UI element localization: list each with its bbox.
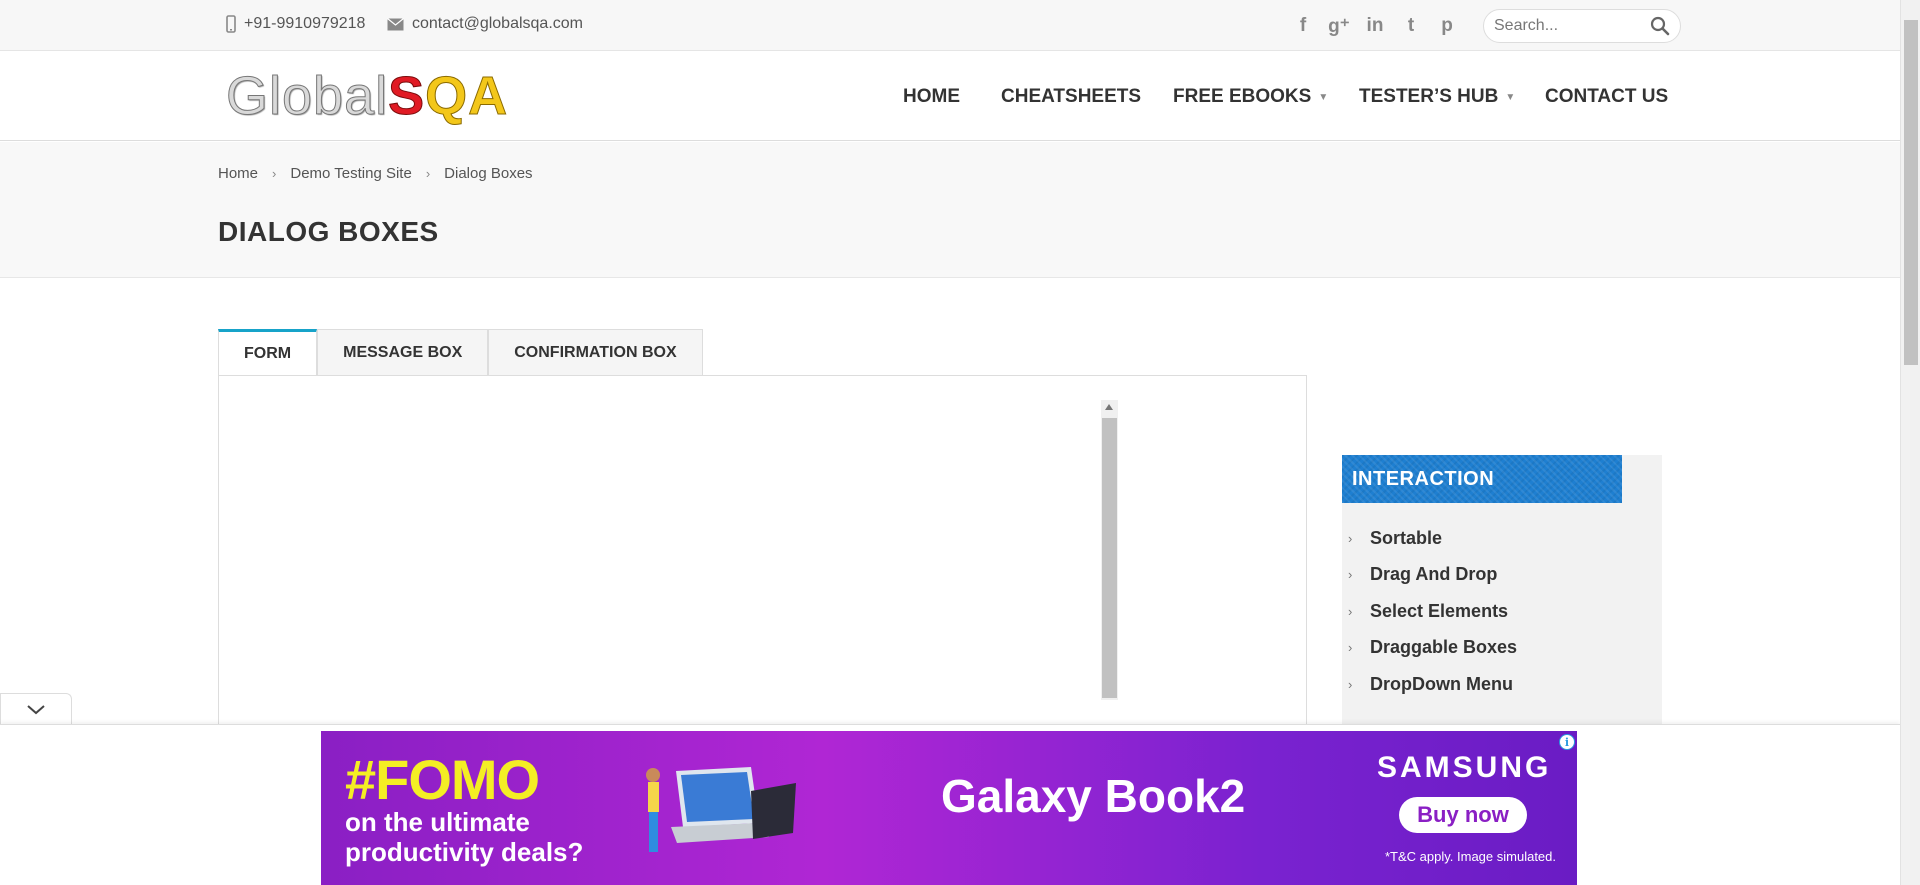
phone-icon <box>226 15 236 33</box>
google-plus-icon[interactable]: g⁺ <box>1326 13 1352 39</box>
nav-label: TESTER’S HUB <box>1359 86 1499 107</box>
chevron-right-icon: › <box>1348 676 1353 692</box>
logo-part-s: S <box>388 66 426 126</box>
breadcrumb-current: Dialog Boxes <box>444 165 533 182</box>
ad-disclaimer: *T&C apply. Image simulated. <box>1385 849 1556 864</box>
page-scroll-thumb[interactable] <box>1904 20 1918 365</box>
breadcrumb-home[interactable]: Home <box>218 165 258 182</box>
tab-confirmation-box[interactable]: CONFIRMATION BOX <box>488 329 703 375</box>
demo-frame[interactable] <box>219 400 1119 720</box>
sidebar-item-label: Draggable Boxes <box>1370 637 1518 658</box>
sidebar-item-drag-and-drop[interactable]: › Drag And Drop <box>1348 557 1517 594</box>
ad-tagline-line-1: on the ultimate <box>345 807 530 837</box>
nav-label: CHEATSHEETS <box>1001 86 1142 107</box>
site-header: GlobalSQA HOME CHEATSHEETS FREE EBOOKS ▼ … <box>0 51 1900 141</box>
nav-home[interactable]: HOME <box>903 86 960 108</box>
tab-panel <box>218 375 1307 725</box>
scroll-thumb[interactable] <box>1102 418 1117 698</box>
sidebar-interaction: INTERACTION › Sortable › Drag And Drop › Se… <box>1342 455 1662 725</box>
nav-testers-hub[interactable]: TESTER’S HUB ▼ <box>1359 86 1515 108</box>
chevron-right-icon: › <box>1348 640 1353 656</box>
chevron-right-icon: › <box>1348 567 1353 583</box>
ad-info-icon[interactable]: i <box>1559 734 1575 750</box>
ad-headline: #FOMO <box>345 748 540 811</box>
nav-label: FREE EBOOKS <box>1173 86 1312 107</box>
logo-part-global: Global <box>225 66 389 126</box>
ad-banner[interactable]: #FOMO on the ultimate productivity deals… <box>321 731 1577 885</box>
tab-bar: FORM MESSAGE BOX CONFIRMATION BOX <box>218 329 703 376</box>
nav-contact-us[interactable]: CONTACT US <box>1545 86 1668 108</box>
phone-number: +91-9910979218 <box>244 15 366 32</box>
ad-tagline: on the ultimate productivity deals? <box>345 807 583 867</box>
frame-scrollbar[interactable] <box>1101 400 1118 700</box>
search-input[interactable] <box>1494 17 1644 35</box>
laptop-image <box>646 767 796 852</box>
sidebar-item-dropdown-menu[interactable]: › DropDown Menu <box>1348 666 1517 703</box>
envelope-icon <box>387 17 404 30</box>
breadcrumb-demo-testing-site[interactable]: Demo Testing Site <box>290 165 411 182</box>
nav-label: CONTACT US <box>1545 86 1669 107</box>
chevron-right-icon: › <box>272 166 277 181</box>
search-box <box>1483 9 1681 43</box>
pinterest-icon[interactable]: p <box>1434 13 1460 39</box>
nav-free-ebooks[interactable]: FREE EBOOKS ▼ <box>1173 86 1328 108</box>
ad-buy-now-button[interactable]: Buy now <box>1399 797 1527 833</box>
sidebar-heading: INTERACTION <box>1342 455 1622 503</box>
twitter-icon[interactable]: t <box>1398 13 1424 39</box>
chevron-right-icon: › <box>1348 530 1353 546</box>
nav-cheatsheets[interactable]: CHEATSHEETS <box>1001 86 1141 108</box>
facebook-icon[interactable]: f <box>1290 13 1316 39</box>
linkedin-icon[interactable]: in <box>1362 13 1388 39</box>
sidebar-item-sortable[interactable]: › Sortable <box>1348 520 1517 557</box>
sidebar-item-draggable-boxes[interactable]: › Draggable Boxes <box>1348 630 1517 667</box>
chevron-down-icon <box>27 704 45 714</box>
tab-message-box[interactable]: MESSAGE BOX <box>317 329 489 375</box>
logo-part-qa: QA <box>425 66 509 126</box>
chevron-right-icon: › <box>425 166 431 181</box>
phone-contact: +91-9910979218 <box>226 15 365 33</box>
sidebar-item-label: Sortable <box>1370 527 1443 548</box>
page-title-area: Home › Demo Testing Site › Dialog Boxes … <box>0 142 1900 278</box>
page-title: DIALOG BOXES <box>218 216 439 247</box>
page-scrollbar[interactable] <box>1900 0 1920 885</box>
top-bar: +91-9910979218 contact@globalsqa.com f g… <box>0 0 1900 51</box>
sidebar-item-label: DropDown Menu <box>1370 673 1513 694</box>
chevron-down-icon: ▼ <box>1318 91 1329 103</box>
sidebar-item-select-elements[interactable]: › Select Elements <box>1348 593 1517 630</box>
email-contact[interactable]: contact@globalsqa.com <box>387 15 583 33</box>
sidebar-list: › Sortable › Drag And Drop › Select Element… <box>1348 520 1517 703</box>
breadcrumb: Home › Demo Testing Site › Dialog Boxes <box>218 165 533 182</box>
scroll-up-arrow-icon[interactable] <box>1105 404 1113 410</box>
sidebar-item-label: Select Elements <box>1370 600 1509 621</box>
chevron-right-icon: › <box>1348 603 1353 619</box>
ad-product-name: Galaxy Book2 <box>941 770 1246 822</box>
nav-label: HOME <box>903 86 960 107</box>
tab-form[interactable]: FORM <box>218 329 318 376</box>
globalsqa-logo[interactable]: GlobalSQA <box>225 66 509 126</box>
chevron-down-icon: ▼ <box>1505 91 1516 103</box>
ad-tagline-line-2: productivity deals? <box>345 837 584 867</box>
email-address[interactable]: contact@globalsqa.com <box>412 15 583 33</box>
search-icon[interactable] <box>1650 16 1670 36</box>
sidebar-item-label: Drag And Drop <box>1370 564 1498 585</box>
ad-collapse-toggle[interactable] <box>0 693 72 725</box>
social-links: f g⁺ in t p <box>1290 13 1460 39</box>
samsung-logo: SAMSUNG <box>1377 751 1552 784</box>
